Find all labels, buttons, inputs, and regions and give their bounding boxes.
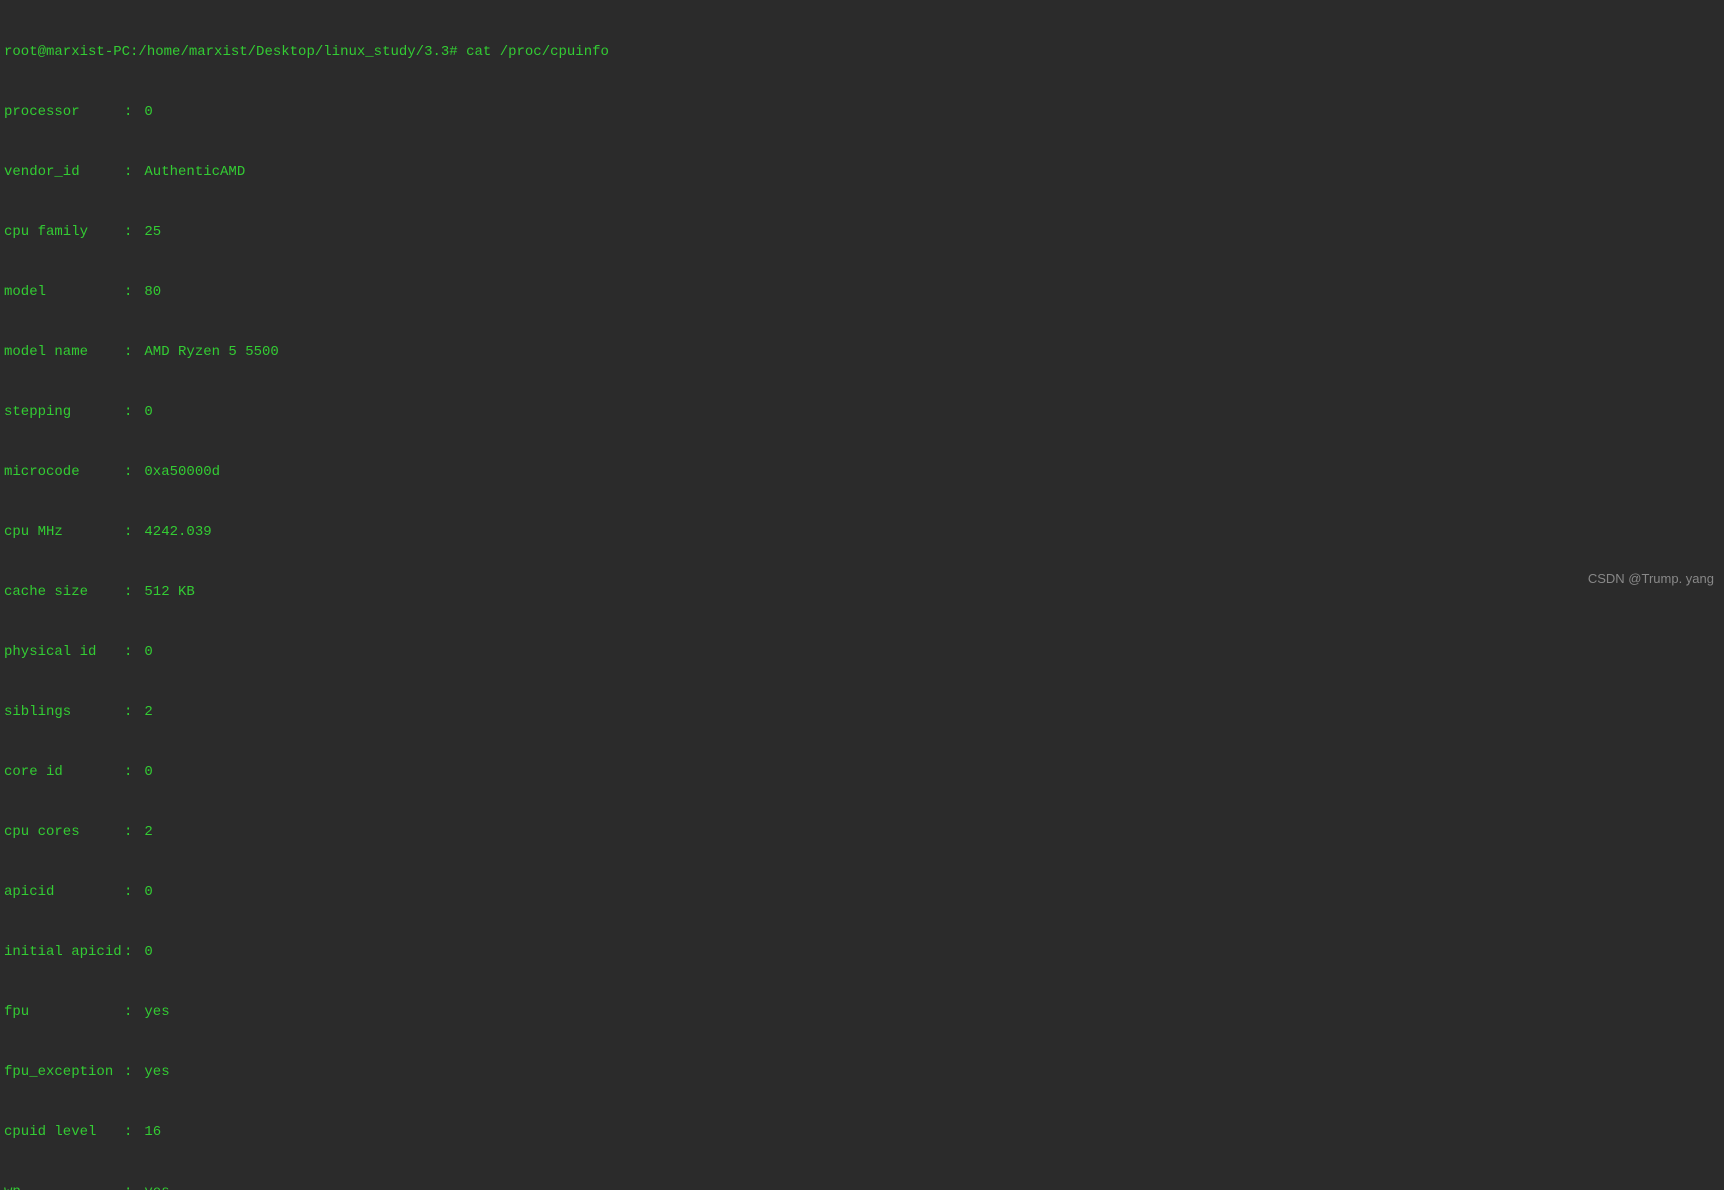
key-cpu-cores: cpu cores [4,822,124,842]
value-processor: 0 [144,104,152,120]
key-initial-apicid: initial apicid [4,942,124,962]
cpuinfo-fpu-exception: fpu_exception: yes [4,1062,1720,1082]
cpuinfo-core-id: core id: 0 [4,762,1720,782]
value-cpu-cores: 2 [144,824,152,840]
key-siblings: siblings [4,702,124,722]
prompt-user-host: root@marxist-PC [4,44,130,60]
cpuinfo-stepping: stepping: 0 [4,402,1720,422]
key-fpu-exception: fpu_exception [4,1062,124,1082]
value-microcode: 0xa50000d [144,464,220,480]
value-core-id: 0 [144,764,152,780]
value-fpu: yes [144,1004,169,1020]
cpuinfo-initial-apicid: initial apicid: 0 [4,942,1720,962]
cpuinfo-wp: wp: yes [4,1182,1720,1190]
key-cpu-family: cpu family [4,222,124,242]
value-model: 80 [144,284,161,300]
prompt-path: :/home/marxist/Desktop/linux_study/3.3# [130,44,458,60]
key-cpu-mhz: cpu MHz [4,522,124,542]
key-cache-size: cache size [4,582,124,602]
cpuinfo-processor: processor: 0 [4,102,1720,122]
cpuinfo-apicid: apicid: 0 [4,882,1720,902]
key-fpu: fpu [4,1002,124,1022]
key-model-name: model name [4,342,124,362]
prompt-line: root@marxist-PC:/home/marxist/Desktop/li… [4,42,1720,62]
cpuinfo-cpu-mhz: cpu MHz: 4242.039 [4,522,1720,542]
watermark: CSDN @Trump. yang [1588,569,1714,589]
cpuinfo-physical-id: physical id: 0 [4,642,1720,662]
cpuinfo-model: model: 80 [4,282,1720,302]
key-wp: wp [4,1182,124,1190]
cpuinfo-cpu-family: cpu family: 25 [4,222,1720,242]
key-stepping: stepping [4,402,124,422]
key-physical-id: physical id [4,642,124,662]
value-model-name: AMD Ryzen 5 5500 [144,344,278,360]
cpuinfo-cpu-cores: cpu cores: 2 [4,822,1720,842]
value-cpuid-level: 16 [144,1124,161,1140]
value-cpu-family: 25 [144,224,161,240]
value-wp: yes [144,1184,169,1190]
cpuinfo-siblings: siblings: 2 [4,702,1720,722]
key-model: model [4,282,124,302]
value-siblings: 2 [144,704,152,720]
value-stepping: 0 [144,404,152,420]
cpuinfo-cpuid-level: cpuid level: 16 [4,1122,1720,1142]
cpuinfo-fpu: fpu: yes [4,1002,1720,1022]
key-cpuid-level: cpuid level [4,1122,124,1142]
terminal-output: root@marxist-PC:/home/marxist/Desktop/li… [0,0,1724,1190]
value-initial-apicid: 0 [144,944,152,960]
cpuinfo-cache-size: cache size: 512 KB [4,582,1720,602]
value-cache-size: 512 KB [144,584,194,600]
key-vendor-id: vendor_id [4,162,124,182]
value-vendor-id: AuthenticAMD [144,164,245,180]
value-fpu-exception: yes [144,1064,169,1080]
cpuinfo-model-name: model name: AMD Ryzen 5 5500 [4,342,1720,362]
command-text: cat /proc/cpuinfo [466,44,609,60]
key-apicid: apicid [4,882,124,902]
cpuinfo-vendor-id: vendor_id: AuthenticAMD [4,162,1720,182]
cpuinfo-microcode: microcode: 0xa50000d [4,462,1720,482]
key-microcode: microcode [4,462,124,482]
key-core-id: core id [4,762,124,782]
value-physical-id: 0 [144,644,152,660]
key-processor: processor [4,102,124,122]
value-cpu-mhz: 4242.039 [144,524,211,540]
value-apicid: 0 [144,884,152,900]
